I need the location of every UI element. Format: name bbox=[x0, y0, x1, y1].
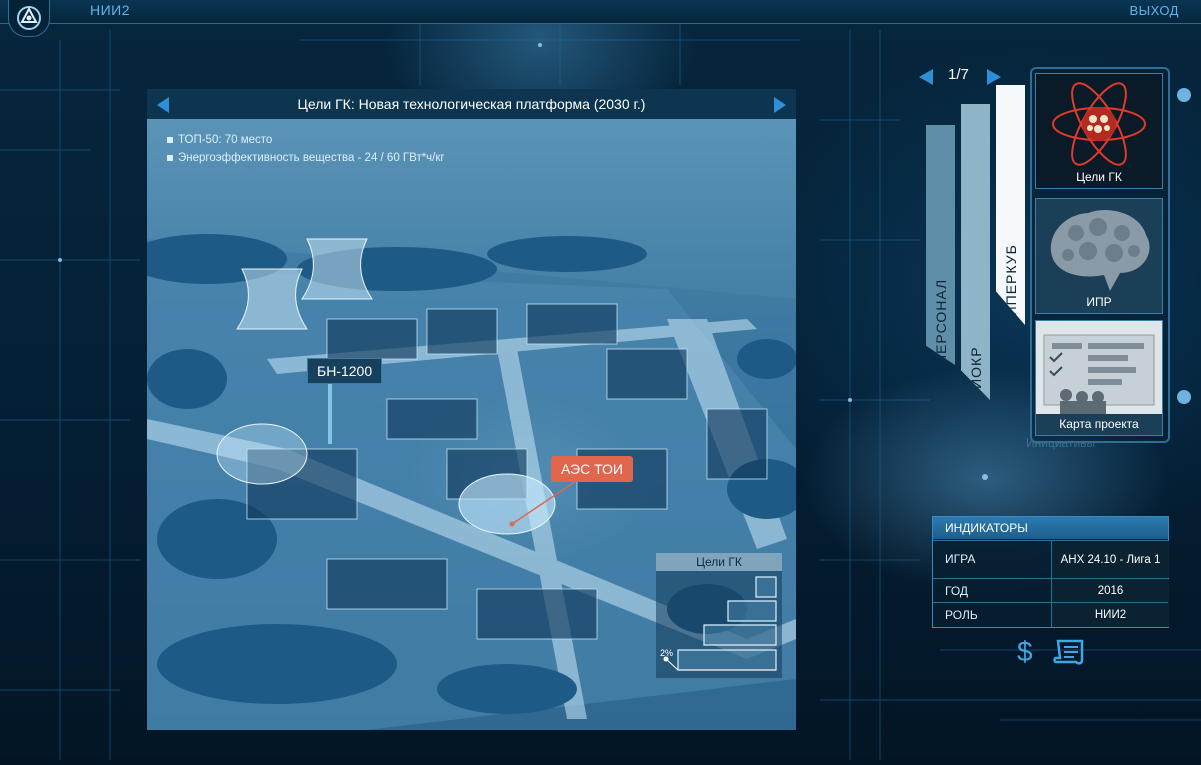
panel-header: Цели ГК: Новая технологическая платформа… bbox=[147, 89, 796, 119]
bullet-icon bbox=[167, 154, 173, 161]
card-project-map[interactable]: Карта проекта bbox=[1035, 320, 1163, 436]
tab-niokr[interactable]: НИОКР bbox=[961, 104, 990, 400]
bn-1200-label[interactable]: БН-1200 bbox=[307, 358, 383, 384]
pager-next-button[interactable] bbox=[987, 69, 1001, 85]
pager-text: 1/7 bbox=[948, 66, 969, 83]
card-project-map-label: Карта проекта bbox=[1036, 414, 1162, 435]
table-row: ГОД 2016 bbox=[933, 578, 1169, 603]
brain-icon bbox=[1050, 209, 1150, 291]
indicators-title: ИНДИКАТОРЫ bbox=[933, 517, 1168, 539]
panel-title: Цели ГК: Новая технологическая платформа… bbox=[297, 96, 646, 112]
indicator-value: НИИ2 bbox=[1051, 603, 1169, 627]
indicator-key: ГОД bbox=[945, 584, 969, 598]
tab-hypercube[interactable]: ГИПЕРКУБ bbox=[996, 85, 1025, 325]
logo-icon bbox=[17, 6, 41, 30]
aes-toi-label[interactable]: АЭС ТОИ bbox=[551, 456, 633, 482]
scroll-document-icon[interactable] bbox=[1052, 638, 1086, 666]
stair-progress-icon bbox=[663, 576, 777, 671]
goal-list: ТОП-50: 70 место Энергоэффективность вещ… bbox=[167, 131, 445, 167]
money-icon[interactable]: $ bbox=[1017, 636, 1033, 668]
top-bar: НИИ2 ВЫХОД bbox=[0, 0, 1201, 37]
tab-personnel[interactable]: ПЕРСОНАЛ bbox=[926, 125, 955, 365]
indicators-panel: ИНДИКАТОРЫ ИГРА АНХ 24.10 - Лига 1 ГОД 2… bbox=[932, 516, 1169, 628]
side-dot bbox=[1177, 390, 1191, 404]
card-goals[interactable]: Цели ГК bbox=[1035, 73, 1163, 189]
card-ipr-label: ИПР bbox=[1086, 295, 1112, 309]
indicator-key: РОЛЬ bbox=[945, 608, 978, 622]
atom-icon bbox=[1052, 82, 1146, 166]
indicator-key: ИГРА bbox=[945, 552, 976, 566]
next-arrow-button[interactable] bbox=[774, 97, 786, 113]
side-dot bbox=[1177, 88, 1191, 102]
list-item: ТОП-50: 70 место bbox=[167, 131, 445, 149]
project-map-icon bbox=[1043, 334, 1155, 415]
logo[interactable] bbox=[8, 0, 50, 37]
page-title: НИИ2 bbox=[90, 2, 131, 18]
table-row: РОЛЬ НИИ2 bbox=[933, 602, 1169, 627]
goals-progress-widget[interactable]: Цели ГК 2% bbox=[656, 553, 782, 678]
table-row: ИГРА АНХ 24.10 - Лига 1 bbox=[933, 540, 1169, 578]
indicator-value: 2016 bbox=[1051, 579, 1169, 603]
bullet-icon bbox=[167, 136, 173, 143]
card-goals-label: Цели ГК bbox=[1076, 170, 1122, 184]
main-panel: Цели ГК: Новая технологическая платформа… bbox=[147, 89, 796, 730]
list-item: Энергоэффективность вещества - 24 / 60 Г… bbox=[167, 149, 445, 167]
card-ipr[interactable]: ИПР bbox=[1035, 198, 1163, 314]
indicator-value: АНХ 24.10 - Лига 1 bbox=[1051, 541, 1169, 578]
pager-prev-button[interactable] bbox=[919, 69, 933, 85]
goals-progress-text: 2% bbox=[660, 648, 674, 658]
exit-button[interactable]: ВЫХОД bbox=[1129, 3, 1179, 18]
